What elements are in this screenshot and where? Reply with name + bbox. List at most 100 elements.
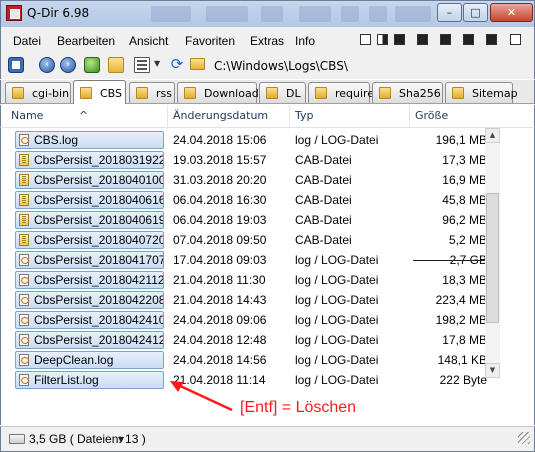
size-underline bbox=[413, 260, 486, 261]
column-divider[interactable] bbox=[167, 105, 168, 127]
file-size: 148,1 KB bbox=[437, 353, 487, 367]
file-name: CbsPersist_2018042112... bbox=[34, 273, 164, 287]
file-row[interactable]: CbsPersist_2018042208... 21.04.2018 14:4… bbox=[1, 290, 491, 310]
minimize-button[interactable]: – bbox=[437, 3, 462, 22]
resize-grip-icon[interactable] bbox=[518, 432, 530, 444]
folder-icon bbox=[136, 87, 148, 99]
tab-download[interactable]: Download bbox=[177, 82, 259, 103]
app-icon[interactable] bbox=[6, 5, 22, 21]
file-name-cell[interactable]: FilterList.log bbox=[15, 371, 164, 389]
scroll-down-icon[interactable]: ▼ bbox=[485, 363, 500, 378]
file-size: 16,9 MB bbox=[442, 173, 487, 187]
layout-7-icon[interactable] bbox=[510, 34, 521, 45]
address-path[interactable]: C:\Windows\Logs\CBS\ bbox=[214, 59, 348, 73]
column-divider[interactable] bbox=[289, 105, 290, 127]
file-size: 45,8 MB bbox=[442, 193, 487, 207]
layout-5-icon[interactable] bbox=[463, 34, 474, 45]
file-row[interactable]: CbsPersist_2018042410... 24.04.2018 09:0… bbox=[1, 310, 491, 330]
tab-cbs[interactable]: CBS bbox=[73, 80, 126, 104]
file-name-cell[interactable]: DeepClean.log bbox=[15, 351, 164, 369]
tab-require[interactable]: require bbox=[308, 82, 374, 103]
forward-icon[interactable]: › bbox=[60, 57, 76, 73]
tab-cgi-bin[interactable]: cgi-bin bbox=[5, 82, 71, 103]
log-file-icon bbox=[19, 334, 29, 346]
tab-rss[interactable]: rss bbox=[129, 82, 175, 103]
file-name: CbsPersist_2018040619... bbox=[34, 213, 164, 227]
layout-2-icon[interactable] bbox=[394, 34, 405, 45]
file-name-cell[interactable]: CbsPersist_2018041707... bbox=[15, 251, 164, 269]
background-window-ghost bbox=[206, 6, 248, 22]
background-window-ghost bbox=[299, 6, 331, 22]
column-type[interactable]: Typ bbox=[295, 109, 314, 122]
menu-info[interactable]: Info bbox=[295, 34, 315, 48]
scroll-up-icon[interactable]: ▲ bbox=[485, 128, 500, 143]
file-type: log / LOG-Datei bbox=[295, 133, 379, 147]
file-name-cell[interactable]: CbsPersist_2018042412... bbox=[15, 331, 164, 349]
file-row[interactable]: FilterList.log 21.04.2018 11:14 log / LO… bbox=[1, 370, 491, 390]
file-size: 5,2 MB bbox=[448, 233, 487, 247]
column-divider[interactable] bbox=[409, 105, 410, 127]
file-type: log / LOG-Datei bbox=[295, 253, 379, 267]
sort-up-icon: ^ bbox=[79, 109, 89, 122]
file-row[interactable]: CbsPersist_2018040619... 06.04.2018 19:0… bbox=[1, 210, 491, 230]
close-button[interactable]: ✕ bbox=[490, 3, 533, 22]
layout-menu-icon[interactable] bbox=[360, 34, 371, 45]
status-dropdown-icon[interactable]: ▼ bbox=[118, 435, 124, 444]
file-name-cell[interactable]: CbsPersist_2018042112... bbox=[15, 271, 164, 289]
up-folder-icon[interactable] bbox=[84, 57, 100, 73]
view-menu-icon[interactable] bbox=[8, 57, 24, 73]
file-name-cell[interactable]: CBS.log bbox=[15, 131, 164, 149]
file-name-cell[interactable]: CbsPersist_2018040100... bbox=[15, 171, 164, 189]
file-name-cell[interactable]: CbsPersist_2018031922... bbox=[15, 151, 164, 169]
background-window-ghost bbox=[341, 6, 359, 22]
address-folder-icon bbox=[190, 58, 205, 70]
layout-3-icon[interactable] bbox=[417, 34, 428, 45]
column-modified[interactable]: Änderungsdatum bbox=[173, 109, 268, 122]
file-date: 24.04.2018 14:56 bbox=[173, 353, 267, 367]
column-name[interactable]: Name bbox=[11, 109, 43, 122]
file-name: DeepClean.log bbox=[34, 353, 114, 367]
file-row[interactable]: CbsPersist_2018042112... 21.04.2018 11:3… bbox=[1, 270, 491, 290]
file-name-cell[interactable]: CbsPersist_2018040720... bbox=[15, 231, 164, 249]
file-list[interactable]: CBS.log 24.04.2018 15:06 log / LOG-Datei… bbox=[0, 128, 535, 425]
file-name-cell[interactable]: CbsPersist_2018040619... bbox=[15, 211, 164, 229]
refresh-icon[interactable]: ⟳ bbox=[169, 57, 185, 73]
file-row[interactable]: CbsPersist_2018040616... 06.04.2018 16:3… bbox=[1, 190, 491, 210]
column-size[interactable]: Größe bbox=[415, 109, 448, 122]
menu-ansicht[interactable]: Ansicht bbox=[129, 34, 168, 48]
menu-extras[interactable]: Extras bbox=[250, 34, 284, 48]
file-row[interactable]: CbsPersist_2018031922... 19.03.2018 15:5… bbox=[1, 150, 491, 170]
background-window-ghost bbox=[151, 6, 191, 22]
menu-datei[interactable]: Datei bbox=[13, 34, 41, 48]
tab-sitemap[interactable]: Sitemap bbox=[445, 82, 518, 103]
file-name-cell[interactable]: CbsPersist_2018042410... bbox=[15, 311, 164, 329]
background-window-ghost bbox=[369, 6, 387, 22]
file-name-cell[interactable]: CbsPersist_2018042208... bbox=[15, 291, 164, 309]
tab-dl[interactable]: DL bbox=[259, 82, 306, 103]
layout-6-icon[interactable] bbox=[486, 34, 497, 45]
file-row[interactable]: CBS.log 24.04.2018 15:06 log / LOG-Datei… bbox=[1, 130, 491, 150]
file-type: CAB-Datei bbox=[295, 173, 352, 187]
layout-4-icon[interactable] bbox=[440, 34, 451, 45]
menu-favoriten[interactable]: Favoriten bbox=[185, 34, 235, 48]
tab-label: rss bbox=[156, 87, 172, 100]
scroll-track[interactable] bbox=[485, 143, 500, 363]
back-icon[interactable]: ‹ bbox=[39, 57, 55, 73]
file-row[interactable]: CbsPersist_2018042412... 24.04.2018 12:4… bbox=[1, 330, 491, 350]
file-date: 06.04.2018 19:03 bbox=[173, 213, 267, 227]
file-name-cell[interactable]: CbsPersist_2018040616... bbox=[15, 191, 164, 209]
vertical-scrollbar[interactable]: ▲ ▼ bbox=[485, 128, 500, 378]
file-row[interactable]: CbsPersist_2018040720... 07.04.2018 09:5… bbox=[1, 230, 491, 250]
view-mode-icon[interactable] bbox=[134, 57, 150, 73]
layout-split-icon[interactable] bbox=[377, 34, 388, 45]
tab-sha256[interactable]: Sha256 bbox=[372, 82, 443, 103]
menu-bearbeiten[interactable]: Bearbeiten bbox=[57, 34, 115, 48]
log-file-icon bbox=[19, 354, 29, 366]
view-mode-dropdown-icon[interactable]: ▼ bbox=[154, 59, 160, 68]
scroll-thumb[interactable] bbox=[486, 193, 499, 323]
file-row[interactable]: CbsPersist_2018040100... 31.03.2018 20:2… bbox=[1, 170, 491, 190]
favorites-folder-icon[interactable] bbox=[108, 57, 124, 73]
maximize-button[interactable]: □ bbox=[463, 3, 488, 22]
file-row[interactable]: DeepClean.log 24.04.2018 14:56 log / LOG… bbox=[1, 350, 491, 370]
file-name: CbsPersist_2018040100... bbox=[34, 173, 164, 187]
